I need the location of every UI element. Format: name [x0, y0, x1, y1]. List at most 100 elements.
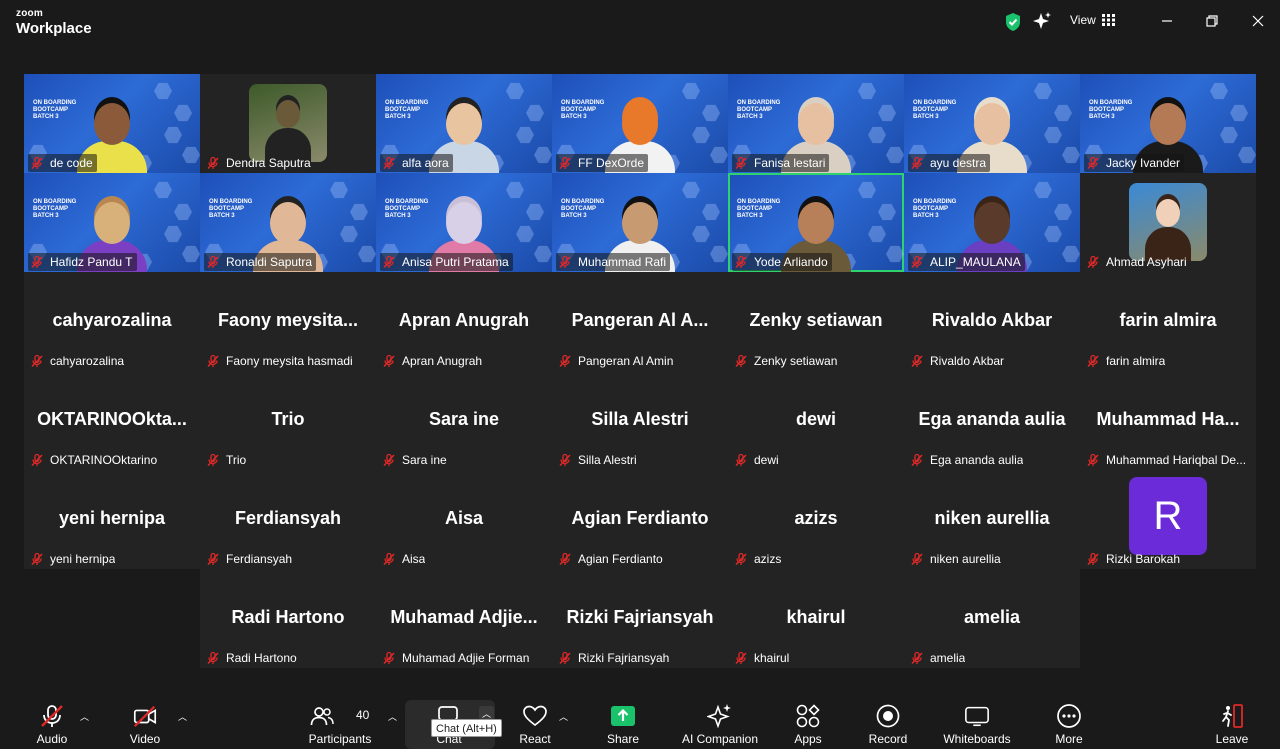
participant-name-label: Jacky Ivander — [1084, 154, 1185, 172]
record-button[interactable]: Record — [866, 692, 910, 749]
participant-tile[interactable]: R Rizki Barokah — [1080, 470, 1256, 569]
participant-name-label: azizs — [732, 550, 785, 568]
audio-button[interactable]: Audio — [30, 692, 74, 749]
audio-options-chevron-up-icon[interactable]: ︿ — [80, 710, 89, 723]
participants-options-chevron-up-icon[interactable]: ︿ — [388, 710, 397, 723]
audio-label: Audio — [36, 732, 68, 746]
participant-tile[interactable]: Rizki Fajriansyah Rizki Fajriansyah — [552, 569, 728, 668]
participants-count: 40 — [356, 708, 370, 722]
participant-tile[interactable]: Trio Trio — [200, 371, 376, 470]
participant-tile[interactable]: Zenky setiawan Zenky setiawan — [728, 272, 904, 371]
participant-tile[interactable]: Agian Ferdianto Agian Ferdianto — [552, 470, 728, 569]
whiteboards-button[interactable]: Whiteboards — [937, 692, 1017, 749]
participant-name: FF DexOrde — [578, 156, 645, 170]
participant-tile[interactable]: ON BOARDING BOOTCAMP BATCH 3 Fanisa lesta… — [728, 74, 904, 173]
participant-name: Anisa Putri Pratama — [402, 255, 509, 269]
apps-button[interactable]: Apps — [786, 692, 830, 749]
participant-name-label: Radi Hartono — [204, 649, 301, 667]
share-button[interactable]: Share — [601, 692, 645, 749]
video-button[interactable]: Video — [123, 692, 167, 749]
participant-tile[interactable]: ON BOARDING BOOTCAMP BATCH 3 ayu destra — [904, 74, 1080, 173]
participant-tile[interactable]: ON BOARDING BOOTCAMP BATCH 3 Yode Arliand… — [728, 173, 904, 272]
background-hexagon — [350, 203, 368, 221]
participant-tile[interactable]: yeni hernipa yeni hernipa — [24, 470, 200, 569]
participant-name-label: Muhamad Adjie Forman — [380, 649, 533, 667]
leave-exit-icon — [1219, 703, 1245, 729]
restore-icon[interactable] — [1204, 13, 1220, 29]
more-button[interactable]: More — [1047, 692, 1091, 749]
participant-name: Ahmad Asyhari — [1106, 255, 1187, 269]
participant-tile[interactable]: Radi Hartono Radi Hartono — [200, 569, 376, 668]
participant-tile[interactable]: Apran Anugrah Apran Anugrah — [376, 272, 552, 371]
participant-tile[interactable]: Dendra Saputra — [200, 74, 376, 173]
participant-display-name: Faony meysita... — [217, 310, 359, 330]
participant-tile[interactable]: ON BOARDING BOOTCAMP BATCH 3 Ronaldi Sapu… — [200, 173, 376, 272]
video-options-chevron-up-icon[interactable]: ︿ — [178, 710, 187, 723]
leave-button[interactable]: Leave — [1210, 692, 1254, 749]
background-hexagon — [1044, 225, 1062, 243]
participant-name-label: Zenky setiawan — [732, 352, 841, 370]
participant-tile[interactable]: ON BOARDING BOOTCAMP BATCH 3 de code — [24, 74, 200, 173]
background-hexagon — [858, 82, 876, 100]
participant-tile[interactable]: ON BOARDING BOOTCAMP BATCH 3 alfa aora — [376, 74, 552, 173]
participant-tile[interactable]: ON BOARDING BOOTCAMP BATCH 3 Muhammad Raf… — [552, 173, 728, 272]
virtual-background-banner: ON BOARDING BOOTCAMP BATCH 3 — [913, 199, 957, 219]
participant-tile[interactable]: khairul khairul — [728, 569, 904, 668]
participant-name-label: cahyarozalina — [28, 352, 128, 370]
participant-tile[interactable]: ON BOARDING BOOTCAMP BATCH 3 Anisa Putri … — [376, 173, 552, 272]
microphone-muted-icon — [382, 552, 396, 566]
title-bar: zoom Workplace View — [0, 0, 1280, 44]
participant-name: OKTARINOOktarino — [50, 453, 158, 467]
participant-tile[interactable]: ON BOARDING BOOTCAMP BATCH 3 ALIP_MAULANA — [904, 173, 1080, 272]
participant-name: Faony meysita hasmadi — [226, 354, 353, 368]
view-button[interactable]: View — [1070, 13, 1116, 27]
microphone-muted-icon — [910, 453, 924, 467]
participant-tile[interactable]: dewi dewi — [728, 371, 904, 470]
ai-companion-button[interactable]: AI Companion — [678, 692, 762, 749]
virtual-background-banner: ON BOARDING BOOTCAMP BATCH 3 — [385, 199, 429, 219]
react-options-chevron-up-icon[interactable]: ︿ — [559, 710, 568, 723]
participant-name: Muhammad Rafi — [578, 255, 667, 269]
participant-tile[interactable]: ON BOARDING BOOTCAMP BATCH 3 Hafidz Pandu… — [24, 173, 200, 272]
participant-tile[interactable]: Muhammad Ha... Muhammad Hariqbal De... — [1080, 371, 1256, 470]
react-button[interactable]: React — [513, 692, 557, 749]
more-label: More — [1055, 732, 1083, 746]
microphone-muted-icon — [734, 651, 748, 665]
participant-tile[interactable]: niken aurellia niken aurellia — [904, 470, 1080, 569]
participant-tile[interactable]: Faony meysita... Faony meysita hasmadi — [200, 272, 376, 371]
participant-tile[interactable]: Ferdiansyah Ferdiansyah — [200, 470, 376, 569]
background-hexagon — [534, 146, 552, 164]
background-hexagon — [1220, 126, 1238, 144]
more-dots-icon — [1056, 703, 1082, 729]
participant-tile[interactable]: Ahmad Asyhari — [1080, 173, 1256, 272]
heart-icon — [522, 703, 548, 729]
participant-tile[interactable]: ON BOARDING BOOTCAMP BATCH 3 FF DexOrde — [552, 74, 728, 173]
close-icon[interactable] — [1250, 13, 1266, 29]
participant-tile[interactable]: farin almira farin almira — [1080, 272, 1256, 371]
minimize-icon[interactable] — [1159, 13, 1175, 29]
participant-name: Rizki Barokah — [1106, 552, 1181, 566]
participant-display-name: azizs — [794, 508, 838, 528]
participant-tile[interactable]: Sara ine Sara ine — [376, 371, 552, 470]
participant-name-label: Apran Anugrah — [380, 352, 486, 370]
participant-tile[interactable]: cahyarozalina cahyarozalina — [24, 272, 200, 371]
camera-off-icon — [132, 703, 158, 729]
participant-tile[interactable]: Ega ananda aulia Ega ananda aulia — [904, 371, 1080, 470]
participant-tile[interactable]: Silla Alestri Silla Alestri — [552, 371, 728, 470]
participant-tile[interactable]: Muhamad Adjie... Muhamad Adjie Forman — [376, 569, 552, 668]
participant-tile[interactable]: Aisa Aisa — [376, 470, 552, 569]
participant-tile[interactable]: ON BOARDING BOOTCAMP BATCH 3 Jacky Ivande… — [1080, 74, 1256, 173]
participant-tile[interactable]: azizs azizs — [728, 470, 904, 569]
participant-tile[interactable]: amelia amelia — [904, 569, 1080, 668]
participant-name-label: Dendra Saputra — [204, 154, 315, 172]
participant-tile[interactable]: Pangeran Al A... Pangeran Al Amin — [552, 272, 728, 371]
microphone-muted-icon — [30, 156, 44, 170]
microphone-muted-icon — [910, 255, 924, 269]
background-hexagon — [154, 82, 172, 100]
encryption-shield-icon[interactable] — [1004, 12, 1022, 37]
participant-tile[interactable]: Rivaldo Akbar Rivaldo Akbar — [904, 272, 1080, 371]
participant-display-name: Agian Ferdianto — [571, 508, 709, 528]
ai-sparkle-icon[interactable] — [1032, 11, 1052, 36]
participant-name-label: Agian Ferdianto — [556, 550, 667, 568]
participant-tile[interactable]: OKTARINOOkta... OKTARINOOktarino — [24, 371, 200, 470]
